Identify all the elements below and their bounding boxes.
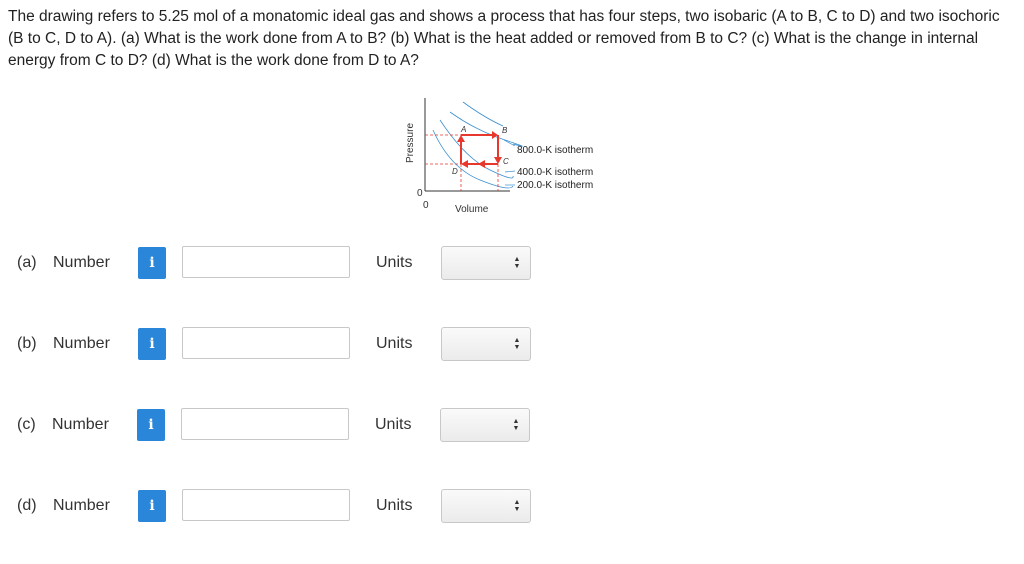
part-label: (b) [17,335,37,352]
isotherm-200-label: 200.0-K isotherm [517,180,593,191]
number-input-a[interactable] [182,246,350,278]
answer-row-d: (d) Number i Units ▲ ▼ [0,487,560,527]
question-text: The drawing refers to 5.25 mol of a mona… [8,8,1000,69]
units-select-a[interactable]: ▲ ▼ [441,246,531,280]
select-arrows-icon: ▲ ▼ [513,256,521,270]
answer-row-a: (a) Number i Units ▲ ▼ [0,244,560,284]
isotherm-800-label: 800.0-K isotherm [517,145,593,156]
units-select-c[interactable]: ▲ ▼ [440,408,530,442]
units-label: Units [376,254,413,271]
origin-y-label: 0 [417,188,423,199]
units-label: Units [376,497,413,514]
number-label: Number [52,416,109,433]
point-d-label: D [452,167,458,176]
point-b-label: B [502,126,508,135]
number-label: Number [53,335,110,352]
arrow-d-to-a [457,135,465,142]
pv-diagram: Pressure Volume 0 0 A B C D 800.0-K isot… [405,98,593,215]
number-input-d[interactable] [182,489,350,521]
part-label: (d) [17,497,37,514]
number-label: Number [53,497,110,514]
part-label: (a) [17,254,37,271]
units-label: Units [375,416,412,433]
info-button[interactable]: i [138,328,166,360]
x-axis-label: Volume [455,204,489,215]
info-button[interactable]: i [138,247,166,279]
answer-row-b: (b) Number i Units ▲ ▼ [0,325,560,365]
number-input-c[interactable] [181,408,349,440]
units-select-d[interactable]: ▲ ▼ [441,489,531,523]
select-arrows-icon: ▲ ▼ [513,499,521,513]
number-label: Number [53,254,110,271]
select-arrows-icon: ▲ ▼ [512,418,520,432]
isotherm-400-label: 400.0-K isotherm [517,167,593,178]
origin-x-label: 0 [423,200,429,211]
arrow-mid-c-to-d [478,160,485,168]
isotherm-upper-curve [462,101,504,127]
answer-row-c: (c) Number i Units ▲ ▼ [0,406,560,446]
y-axis-label: Pressure [405,123,416,163]
units-select-b[interactable]: ▲ ▼ [441,327,531,361]
info-button[interactable]: i [138,490,166,522]
select-arrows-icon: ▲ ▼ [513,337,521,351]
isotherm-leader-400 [504,170,516,173]
part-label: (c) [17,416,36,433]
point-a-label: A [460,125,466,134]
units-label: Units [376,335,413,352]
number-input-b[interactable] [182,327,350,359]
arrow-b-to-c [494,157,502,164]
point-c-label: C [503,157,509,166]
arrow-c-to-d [461,160,468,168]
info-button[interactable]: i [137,409,165,441]
